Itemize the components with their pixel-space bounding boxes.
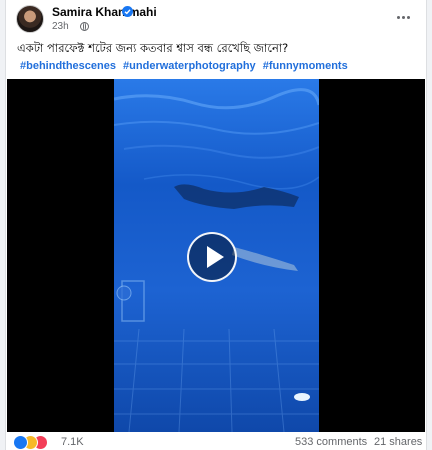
reaction-count[interactable]: 7.1K <box>61 436 84 448</box>
like-icon <box>13 435 28 450</box>
video-player[interactable] <box>7 79 425 432</box>
play-button[interactable] <box>187 232 237 282</box>
post-time[interactable]: 23h <box>52 21 69 32</box>
hashtag-link[interactable]: #underwaterphotography <box>123 60 256 72</box>
hashtag-link[interactable]: #funnymoments <box>263 60 348 72</box>
shares-count[interactable]: 21 shares <box>374 436 422 448</box>
post-stats: 7.1K 533 comments 21 shares <box>6 432 426 450</box>
more-options-icon <box>396 15 400 19</box>
reaction-icons[interactable] <box>13 435 61 450</box>
more-options-button[interactable] <box>392 10 414 24</box>
post-caption: একটা পারফেক্ট শটের জন্য কতবার শ্বাস বন্ধ… <box>17 41 289 55</box>
author-avatar[interactable] <box>16 5 44 33</box>
hashtag-link[interactable]: #behindthescenes <box>20 60 116 72</box>
hashtag-list: #behindthescenes #underwaterphotography … <box>20 60 352 72</box>
post-card: Samira Khan mahi 23h একটা পারফেক্ট শটের … <box>5 0 427 450</box>
verified-badge-icon <box>122 6 133 17</box>
author-name[interactable]: Samira Khan mahi <box>52 5 157 19</box>
globe-icon <box>80 22 89 31</box>
comments-count[interactable]: 533 comments <box>295 436 367 448</box>
post-header: Samira Khan mahi 23h <box>6 0 426 38</box>
